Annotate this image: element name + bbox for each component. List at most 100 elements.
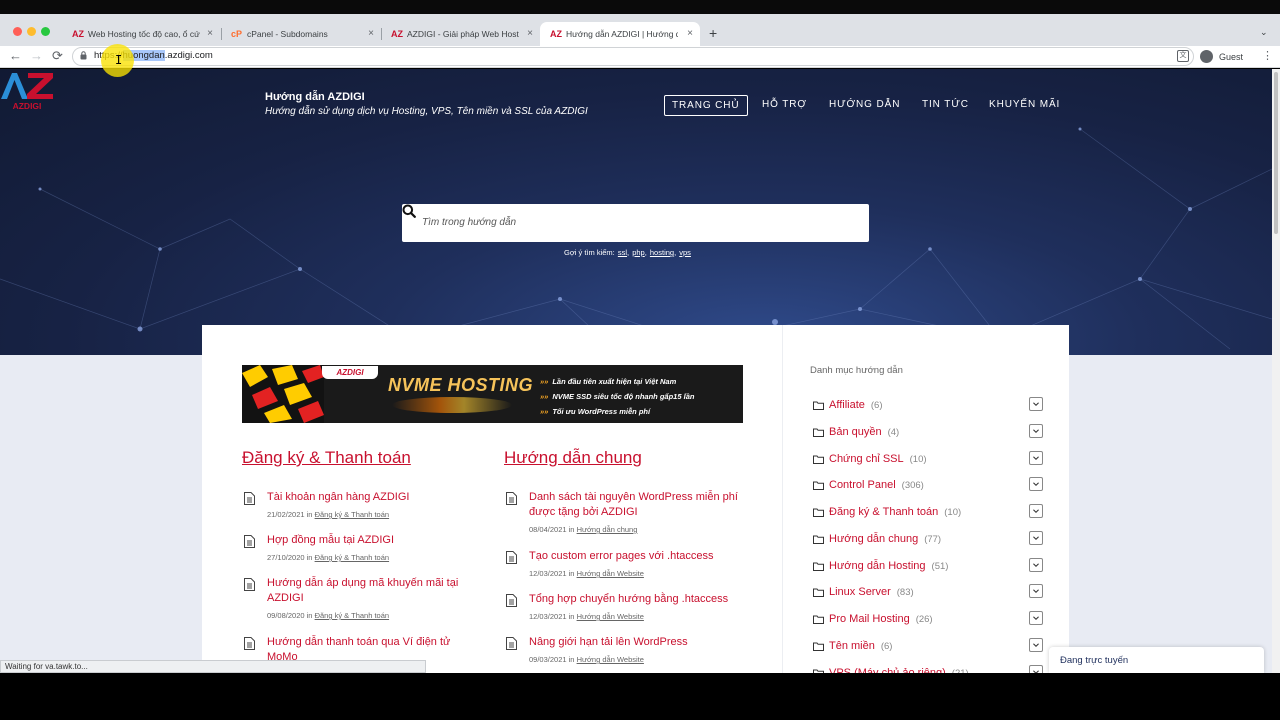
chevron-down-icon[interactable]: [1029, 530, 1043, 545]
category-item[interactable]: Control Panel (306): [813, 477, 1045, 497]
site-title[interactable]: Hướng dẫn AZDIGI: [265, 91, 365, 103]
folder-icon: [813, 508, 824, 517]
article-title[interactable]: Danh sách tài nguyên WordPress miễn phí …: [529, 490, 744, 520]
azdigi-logo[interactable]: AZDIGI: [0, 69, 55, 111]
article-item[interactable]: Tạo custom error pages với .htaccess 12/…: [506, 549, 741, 583]
nvme-hosting-banner[interactable]: AZDIGI NVME HOSTING »» Lần đầu tiên xuất …: [242, 365, 743, 423]
article-category-link[interactable]: Hướng dẫn chung: [577, 525, 638, 534]
article-category-link[interactable]: Đăng ký & Thanh toán: [315, 510, 390, 519]
article-title[interactable]: Hướng dẫn áp dụng mã khuyến mãi tại AZDI…: [267, 576, 482, 606]
category-item[interactable]: VPS (Máy chủ ảo riêng) (21): [813, 664, 1045, 674]
search-icon[interactable]: [402, 204, 416, 218]
article-category-link[interactable]: Đăng ký & Thanh toán: [315, 611, 390, 620]
zoom-window-icon[interactable]: [41, 27, 50, 36]
category-name[interactable]: Đăng ký & Thanh toán (10): [829, 506, 961, 518]
close-tab-icon[interactable]: ×: [527, 28, 533, 39]
close-tab-icon[interactable]: ×: [687, 28, 693, 39]
article-title[interactable]: Tạo custom error pages với .htaccess: [529, 549, 744, 564]
article-item[interactable]: Tài khoản ngân hàng AZDIGI 21/02/2021 in…: [244, 490, 479, 524]
category-item[interactable]: Hướng dẫn Hosting (51): [813, 557, 1045, 578]
category-name[interactable]: Linux Server (83): [829, 586, 914, 598]
article-item[interactable]: Danh sách tài nguyên WordPress miễn phí …: [506, 490, 741, 538]
category-name[interactable]: Hướng dẫn Hosting (51): [829, 560, 948, 572]
tab-cpanel-subdomains[interactable]: cP cPanel - Subdomains ×: [221, 22, 381, 46]
article-category-link[interactable]: Hướng dẫn Website: [577, 612, 644, 621]
article-item[interactable]: Hợp đồng mẫu tại AZDIGI 27/10/2020 in Đă…: [244, 533, 479, 567]
tab-search-icon[interactable]: ⌄: [1260, 27, 1268, 38]
article-item[interactable]: Hướng dẫn áp dụng mã khuyến mãi tại AZDI…: [244, 576, 479, 624]
article-item[interactable]: Nâng giới hạn tải lên WordPress 09/03/20…: [506, 635, 741, 669]
chevron-down-icon[interactable]: [1029, 611, 1043, 625]
article-item[interactable]: Tổng hợp chuyển hướng bằng .htaccess 12/…: [506, 592, 741, 626]
article-date: 12/03/2021: [529, 569, 567, 578]
chevron-down-icon[interactable]: [1029, 397, 1043, 411]
article-category-link[interactable]: Hướng dẫn Website: [577, 569, 644, 578]
category-item[interactable]: Affiliate (6): [813, 397, 1045, 417]
tab-huong-dan-active[interactable]: AZ Hướng dẫn AZDIGI | Hướng dẫn ×: [540, 22, 700, 46]
nav-khuyen-mai[interactable]: KHUYẾN MÃI: [989, 99, 1060, 110]
column-title-dang-ky[interactable]: Đăng ký & Thanh toán: [242, 448, 411, 468]
category-item[interactable]: Tên miền (6): [813, 637, 1045, 658]
article-category-link[interactable]: Hướng dẫn Website: [577, 655, 644, 664]
close-tab-icon[interactable]: ×: [368, 28, 374, 39]
category-name[interactable]: Bản quyền (4): [829, 426, 899, 438]
chevron-down-icon[interactable]: [1029, 557, 1043, 572]
chevron-down-icon[interactable]: [1029, 584, 1043, 599]
suggest-link-ssl[interactable]: ssl: [618, 248, 627, 257]
browser-menu-icon[interactable]: ⋮: [1262, 49, 1273, 62]
category-item[interactable]: Đăng ký & Thanh toán (10): [813, 504, 1045, 524]
address-bar[interactable]: [72, 47, 1194, 66]
tab-web-hosting[interactable]: AZ Web Hosting tốc độ cao, ổ cứng ×: [62, 22, 220, 46]
nav-ho-tro[interactable]: HỖ TRỢ: [762, 99, 807, 110]
chevron-down-icon[interactable]: [1029, 450, 1043, 465]
nav-trang-chu[interactable]: TRANG CHỦ: [664, 95, 748, 116]
category-item[interactable]: Chứng chỉ SSL (10): [813, 450, 1045, 471]
category-item[interactable]: Linux Server (83): [813, 584, 1045, 604]
suggest-link-vps[interactable]: vps: [679, 248, 691, 257]
profile-button[interactable]: Guest: [1200, 48, 1243, 65]
translate-icon[interactable]: 文: [1177, 50, 1189, 62]
text-cursor-icon: I: [115, 53, 123, 67]
lock-icon[interactable]: [80, 51, 87, 60]
article-title[interactable]: Tổng hợp chuyển hướng bằng .htaccess: [529, 592, 744, 607]
live-chat-widget[interactable]: Đang trực tuyến: [1049, 647, 1264, 673]
category-name[interactable]: Tên miền (6): [829, 640, 892, 652]
chevron-down-icon[interactable]: [1029, 423, 1043, 438]
chevron-down-icon[interactable]: [1029, 637, 1043, 652]
category-item[interactable]: Hướng dẫn chung (77): [813, 530, 1045, 551]
category-name[interactable]: Pro Mail Hosting (26): [829, 613, 933, 625]
nav-tin-tuc[interactable]: TIN TỨC: [922, 99, 969, 110]
category-label: Đăng ký & Thanh toán: [829, 506, 939, 518]
chevron-down-icon[interactable]: [1029, 664, 1043, 674]
new-tab-button[interactable]: +: [709, 25, 717, 41]
suggest-link-hosting[interactable]: hosting: [650, 248, 674, 257]
close-tab-icon[interactable]: ×: [207, 28, 213, 39]
forward-button[interactable]: →: [30, 47, 43, 65]
category-name[interactable]: Chứng chỉ SSL (10): [829, 453, 927, 465]
close-window-icon[interactable]: [13, 27, 22, 36]
minimize-window-icon[interactable]: [27, 27, 36, 36]
article-title[interactable]: Nâng giới hạn tải lên WordPress: [529, 635, 744, 650]
reload-button[interactable]: ⟳: [52, 47, 63, 65]
chevron-down-icon[interactable]: [1029, 504, 1043, 518]
scrollbar-thumb[interactable]: [1274, 72, 1278, 234]
suggest-link-php[interactable]: php: [632, 248, 645, 257]
article-date: 27/10/2020: [267, 553, 305, 562]
article-category-link[interactable]: Đăng ký & Thanh toán: [315, 553, 390, 562]
article-meta: 21/02/2021 in Đăng ký & Thanh toán: [267, 510, 389, 519]
article-title[interactable]: Tài khoản ngân hàng AZDIGI: [267, 490, 482, 505]
search-box[interactable]: Tìm trong hướng dẫn: [402, 204, 869, 242]
article-title[interactable]: Hợp đồng mẫu tại AZDIGI: [267, 533, 482, 548]
column-title-huong-dan-chung[interactable]: Hướng dẫn chung: [504, 448, 642, 468]
category-name[interactable]: Hướng dẫn chung (77): [829, 533, 941, 545]
category-item[interactable]: Pro Mail Hosting (26): [813, 611, 1045, 631]
back-button[interactable]: ←: [9, 47, 22, 65]
category-name[interactable]: Affiliate (6): [829, 399, 883, 411]
category-item[interactable]: Bản quyền (4): [813, 423, 1045, 444]
banner-title: NVME HOSTING: [388, 375, 534, 395]
category-name[interactable]: Control Panel (306): [829, 479, 924, 491]
nav-huong-dan[interactable]: HƯỚNG DẪN: [829, 99, 900, 110]
chevron-down-icon[interactable]: [1029, 477, 1043, 492]
suggest-label: Gợi ý tìm kiếm:: [564, 248, 615, 257]
tab-azdigi-home[interactable]: AZ AZDIGI - Giải pháp Web Hosting ×: [381, 22, 540, 46]
